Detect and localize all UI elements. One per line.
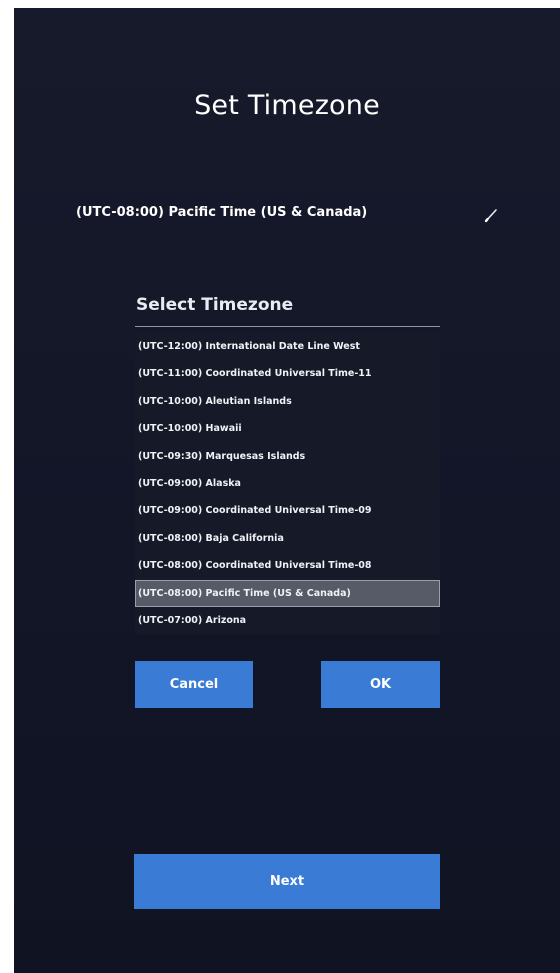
- timezone-option[interactable]: (UTC-09:00) Alaska: [135, 470, 440, 497]
- next-button[interactable]: Next: [134, 854, 440, 909]
- dialog-buttons: Cancel OK: [135, 661, 440, 708]
- timezone-option[interactable]: (UTC-09:00) Coordinated Universal Time-0…: [135, 497, 440, 524]
- page-title: Set Timezone: [194, 90, 380, 121]
- timezone-option[interactable]: (UTC-09:30) Marquesas Islands: [135, 443, 440, 470]
- timezone-option[interactable]: (UTC-07:00) Arizona: [135, 607, 440, 634]
- edit-timezone-button[interactable]: [480, 204, 502, 226]
- setup-screen: Set Timezone (UTC-08:00) Pacific Time (U…: [14, 8, 560, 973]
- dialog-divider: [135, 326, 440, 327]
- timezone-option[interactable]: (UTC-11:00) Coordinated Universal Time-1…: [135, 360, 440, 387]
- select-timezone-dialog: Select Timezone (UTC-12:00) Internationa…: [135, 290, 440, 708]
- timezone-option[interactable]: (UTC-12:00) International Date Line West: [135, 333, 440, 360]
- current-timezone: (UTC-08:00) Pacific Time (US & Canada): [76, 205, 368, 220]
- pencil-icon: [484, 209, 497, 223]
- timezone-option-selected[interactable]: (UTC-08:00) Pacific Time (US & Canada): [135, 579, 440, 607]
- cancel-button[interactable]: Cancel: [135, 661, 253, 708]
- timezone-option[interactable]: (UTC-10:00) Aleutian Islands: [135, 388, 440, 415]
- dialog-title: Select Timezone: [136, 295, 294, 315]
- timezone-option[interactable]: (UTC-08:00) Baja California: [135, 525, 440, 552]
- ok-button[interactable]: OK: [321, 661, 440, 708]
- timezone-option[interactable]: (UTC-10:00) Hawaii: [135, 415, 440, 442]
- timezone-option[interactable]: (UTC-08:00) Coordinated Universal Time-0…: [135, 552, 440, 579]
- timezone-list: (UTC-12:00) International Date Line West…: [135, 333, 440, 635]
